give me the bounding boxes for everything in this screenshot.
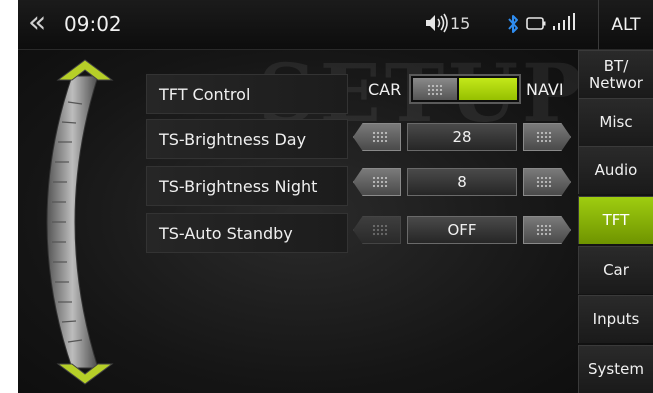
right-arrow-icon xyxy=(536,224,552,236)
toggle-knob[interactable] xyxy=(413,78,457,100)
toggle-fill xyxy=(459,78,517,100)
status-bar: « 09:02 15 ALT xyxy=(18,0,653,50)
brightness-day-decrease-button[interactable] xyxy=(353,123,401,151)
left-arrow-icon xyxy=(372,176,388,188)
tab-tft[interactable]: TFT xyxy=(578,196,653,244)
tft-control-label: TFT Control xyxy=(146,74,348,114)
auto-standby-label: TS-Auto Standby xyxy=(146,213,348,253)
right-arrow-icon xyxy=(536,131,552,143)
left-arrow-icon xyxy=(372,224,388,236)
tab-bt-network[interactable]: BT/ Networ xyxy=(578,50,653,98)
right-arrow-icon xyxy=(536,176,552,188)
toggle-option-car[interactable]: CAR xyxy=(368,80,401,99)
setup-screen: « 09:02 15 ALT SETUP xyxy=(18,0,653,393)
tab-audio[interactable]: Audio xyxy=(578,146,653,194)
back-icon[interactable]: « xyxy=(28,6,47,40)
auto-standby-prev-button[interactable] xyxy=(353,216,401,244)
brightness-night-increase-button[interactable] xyxy=(523,168,571,196)
toggle-option-navi[interactable]: NAVI xyxy=(526,80,564,99)
brightness-day-increase-button[interactable] xyxy=(523,123,571,151)
signal-icon xyxy=(553,13,575,30)
tab-system[interactable]: System xyxy=(578,345,653,393)
brightness-night-decrease-button[interactable] xyxy=(353,168,401,196)
brightness-day-label: TS-Brightness Day xyxy=(146,119,348,159)
tab-inputs[interactable]: Inputs xyxy=(578,295,653,343)
brightness-day-value: 28 xyxy=(407,123,517,151)
left-arrow-icon xyxy=(372,131,388,143)
tab-misc[interactable]: Misc xyxy=(578,98,653,146)
tab-car[interactable]: Car xyxy=(578,246,653,294)
clock: 09:02 xyxy=(64,12,122,36)
auto-standby-next-button[interactable] xyxy=(523,216,571,244)
tft-control-toggle[interactable] xyxy=(409,74,521,104)
alt-button[interactable]: ALT xyxy=(598,0,653,50)
brightness-night-value: 8 xyxy=(407,168,517,196)
battery-icon xyxy=(526,17,546,30)
volume-level: 15 xyxy=(450,14,471,33)
volume-icon xyxy=(426,13,448,33)
auto-standby-value: OFF xyxy=(407,216,517,244)
bluetooth-icon xyxy=(508,15,518,33)
scroll-arc[interactable] xyxy=(28,52,138,392)
brightness-night-label: TS-Brightness Night xyxy=(146,166,348,206)
